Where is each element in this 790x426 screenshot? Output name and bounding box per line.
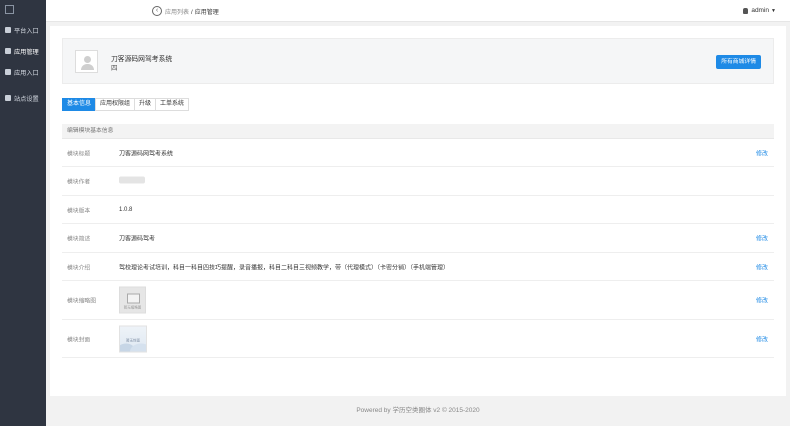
thumbnail-caption: 暂无缩略图 [123, 305, 142, 310]
row-value-redacted [119, 176, 145, 186]
sidebar-item-label: 应用入口 [14, 69, 39, 77]
grid-icon [5, 27, 11, 33]
mall-details-button[interactable]: 所有商城详情 [716, 55, 761, 69]
panel-title: 编辑模块基本信息 [62, 124, 774, 139]
sidebar-item-platform[interactable]: 平台入口 [0, 23, 46, 37]
cover-image[interactable]: 暂无封面 [119, 325, 147, 352]
row-label: 模块版本 [67, 208, 91, 214]
table-row: 模块版本 1.0.8 [62, 196, 774, 224]
row-label: 模块封面 [67, 337, 91, 343]
table-row: 模块作者 [62, 167, 774, 196]
cover-hill-shape [130, 343, 146, 351]
user-name: admin [751, 7, 770, 14]
tab-basic-info[interactable]: 基本信息 [62, 98, 97, 111]
tab-bar: 基本信息 应用权限组 升级 工单系统 [62, 98, 190, 111]
user-icon [743, 7, 749, 14]
cube-icon [5, 69, 11, 75]
sidebar-item-app-management[interactable]: 应用管理 [0, 44, 46, 58]
sidebar-item-site-settings[interactable]: 站点设置 [0, 91, 46, 105]
sidebar-item-label: 平台入口 [14, 27, 39, 35]
breadcrumb-current: 应用管理 [194, 10, 219, 16]
app-summary: 刀客源码网驾考系统 四 所有商城详情 [62, 38, 774, 84]
info-panel: 编辑模块基本信息 模块标题 刀客源码网驾考系统 修改 模块作者 模块版本 1.0… [62, 124, 774, 358]
row-label: 模块简述 [67, 236, 91, 243]
row-label: 模块缩略图 [67, 298, 96, 305]
main-content: 刀客源码网驾考系统 四 所有商城详情 基本信息 应用权限组 升级 工单系统 编辑… [50, 26, 786, 396]
row-label: 模块标题 [67, 151, 91, 157]
gear-icon [5, 95, 11, 101]
table-row: 模块标题 刀客源码网驾考系统 修改 [62, 139, 774, 167]
redacted-value [119, 176, 145, 184]
breadcrumb-separator: / [191, 10, 193, 16]
cloud-icon [5, 48, 11, 54]
row-value: 刀客源码驾考 [119, 236, 156, 243]
app-name: 刀客源码网驾考系统 [111, 56, 173, 63]
table-row: 模块封面 暂无封面 修改 [62, 320, 774, 358]
tab-permissions[interactable]: 应用权限组 [95, 98, 136, 111]
app-subtitle: 四 [111, 65, 118, 72]
row-label: 模块作者 [67, 179, 91, 186]
row-value: 1.0.8 [119, 206, 133, 213]
avatar-body [81, 64, 94, 70]
row-label: 模块介绍 [67, 265, 91, 271]
edit-link[interactable]: 修改 [756, 234, 768, 243]
user-menu[interactable]: admin ▼ [743, 7, 776, 14]
table-row: 模块简述 刀客源码驾考 修改 [62, 224, 774, 253]
sidebar-item-label: 站点设置 [14, 95, 39, 103]
avatar-head [84, 56, 91, 63]
image-placeholder-icon [127, 293, 140, 304]
row-value: 刀客源码网驾考系统 [119, 151, 174, 157]
sidebar-item-app-entry[interactable]: 应用入口 [0, 65, 46, 79]
top-bar: ‹ 应用列表 / 应用管理 admin ▼ [46, 0, 790, 22]
cover-caption: 暂无封面 [126, 338, 140, 342]
breadcrumb-parent[interactable]: 应用列表 [165, 10, 189, 16]
row-value: 驾校理论考试培训，科目一科目四技巧提醒，录音播报，科目二科目三视频教学，带（代理… [119, 265, 450, 271]
back-icon[interactable]: ‹ [152, 6, 162, 16]
thumbnail-image[interactable]: 暂无缩略图 [119, 286, 146, 314]
tab-upgrade[interactable]: 升级 [134, 98, 157, 111]
sidebar: 平台入口 应用管理 应用入口 站点设置 [0, 0, 46, 426]
logo-icon[interactable] [5, 5, 14, 14]
table-row: 模块缩略图 暂无缩略图 修改 [62, 281, 774, 320]
table-row: 模块介绍 驾校理论考试培训，科目一科目四技巧提醒，录音播报，科目二科目三视频教学… [62, 253, 774, 281]
caret-down-icon: ▼ [771, 7, 776, 14]
edit-link[interactable]: 修改 [756, 262, 768, 271]
tab-ticket-system[interactable]: 工单系统 [155, 98, 190, 111]
sidebar-item-label: 应用管理 [14, 48, 39, 56]
edit-link[interactable]: 修改 [756, 148, 768, 157]
footer: Powered by 学历空类圈体 v2 © 2015-2020 [356, 407, 480, 414]
app-avatar [75, 50, 98, 73]
edit-link[interactable]: 修改 [756, 296, 768, 305]
breadcrumb: 应用列表 / 应用管理 [165, 7, 219, 16]
edit-link[interactable]: 修改 [756, 334, 768, 343]
